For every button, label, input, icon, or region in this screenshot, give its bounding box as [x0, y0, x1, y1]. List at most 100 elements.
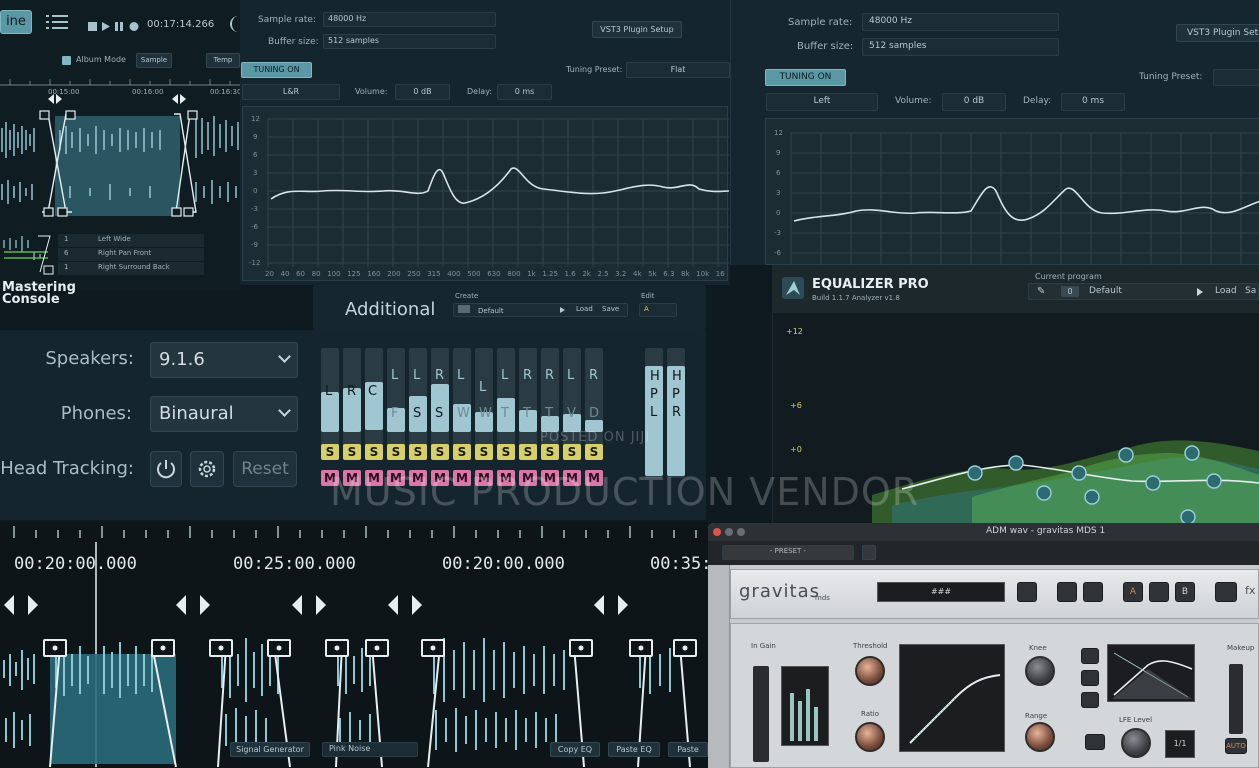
channel-letter: W	[479, 406, 492, 421]
gravitas-logo-sub: mds	[815, 594, 830, 602]
phones-select[interactable]: Binaural	[150, 396, 298, 432]
solo-button[interactable]: S	[453, 444, 471, 460]
volume-field[interactable]: 0 dB	[942, 93, 1006, 111]
x-tick: 3.2	[615, 270, 627, 278]
mode-button-3[interactable]	[1081, 692, 1099, 708]
paste-button[interactable]: Paste	[668, 742, 708, 757]
x-ticks-row: 20 40 60 80 100 125 160 200 250 315 400 …	[265, 270, 725, 280]
buffer-size-select[interactable]: 512 samples	[862, 38, 1059, 56]
zoom-window-button[interactable]	[737, 528, 745, 536]
solo-button[interactable]: S	[497, 444, 515, 460]
track-name: Right Pan Front	[98, 249, 152, 257]
knee-knob[interactable]	[1025, 656, 1055, 686]
solo-button[interactable]: S	[343, 444, 361, 460]
mode-button-1[interactable]	[1081, 648, 1099, 664]
play-icon[interactable]	[560, 307, 565, 313]
x-tick: 8k	[681, 270, 690, 278]
speakers-select[interactable]: 9.1.6	[150, 342, 298, 378]
tuning-preset-select[interactable]: Flat	[626, 62, 730, 78]
preset-load[interactable]: Load	[576, 305, 593, 313]
big-timeline-panel: 00:20:00.000 00:25:00.000 00:20:00.000 0…	[0, 522, 722, 768]
power-button[interactable]	[150, 451, 182, 487]
transport-icons[interactable]	[88, 18, 142, 31]
reset-button[interactable]: Reset	[233, 451, 297, 487]
volume-label: Volume:	[355, 87, 388, 96]
solo-button[interactable]: S	[365, 444, 383, 460]
b-button[interactable]: B	[1175, 582, 1195, 602]
settings-button[interactable]	[190, 451, 224, 487]
solo-button[interactable]: S	[409, 444, 427, 460]
tab-temp[interactable]: Temp	[206, 53, 240, 68]
solo-button[interactable]: S	[321, 444, 339, 460]
tuning-on-button[interactable]: TUNING ON	[765, 69, 846, 86]
clip-button[interactable]	[1057, 582, 1077, 602]
gravitas-window: ADM wav - gravitas MDS 1 - PRESET - grav…	[708, 523, 1259, 768]
signal-generator-button[interactable]: Signal Generator	[230, 742, 310, 757]
solo-button[interactable]: S	[519, 444, 537, 460]
solo-button[interactable]: S	[541, 444, 559, 460]
solo-button[interactable]: S	[431, 444, 449, 460]
extra-letter: P	[672, 387, 680, 402]
play-button[interactable]: ine	[0, 10, 32, 34]
channel-letter: T	[545, 406, 553, 421]
window-left-rail	[708, 565, 730, 768]
copy-eq-button[interactable]: Copy EQ	[550, 742, 600, 757]
copy-button[interactable]	[1149, 582, 1169, 602]
gravitas-logo: gravitas	[739, 581, 820, 602]
list-button[interactable]	[1017, 582, 1037, 602]
small-mark-0: 00:15:00	[48, 88, 80, 96]
lfe-level-label: LFE Level	[1119, 716, 1153, 724]
delay-field[interactable]: 0 ms	[497, 84, 552, 100]
speaker-panel: Speakers: 9.1.6 Phones: Binaural Head Tr…	[0, 330, 313, 520]
solo-button[interactable]: S	[563, 444, 581, 460]
track-row[interactable]: 6 Right Pan Front	[58, 248, 204, 261]
lfe-knob[interactable]	[1121, 728, 1151, 758]
tuning-on-button[interactable]: TUNING ON	[241, 62, 312, 78]
solo-button[interactable]: S	[475, 444, 493, 460]
plugin-preset-select[interactable]: - PRESET -	[722, 545, 854, 560]
delay-field[interactable]: 0 ms	[1061, 93, 1125, 111]
track-row[interactable]: 1 Left Wide	[58, 234, 204, 247]
mode-button-2[interactable]	[1081, 670, 1099, 686]
preset-save[interactable]: Save	[602, 305, 619, 313]
close-window-button[interactable]	[713, 528, 721, 536]
tuning-preset-select[interactable]	[1213, 69, 1259, 86]
list-icon[interactable]	[46, 14, 68, 30]
minimize-window-button[interactable]	[725, 528, 733, 536]
x-tick: 100	[327, 270, 341, 278]
preset-select[interactable]: Default Load Save	[453, 303, 628, 317]
preset-display: ###	[877, 582, 1005, 602]
lfe-toggle[interactable]	[1085, 734, 1105, 750]
makeup-slider[interactable]	[1229, 664, 1243, 734]
noise-select[interactable]: Pink Noise	[322, 742, 418, 757]
solo-button[interactable]: S	[387, 444, 405, 460]
channel-letter: S	[435, 406, 444, 421]
auto-button[interactable]: AUTO	[1225, 738, 1247, 754]
solo-button[interactable]: S	[585, 444, 603, 460]
paste-eq-button[interactable]: Paste EQ	[608, 742, 660, 757]
a-button[interactable]: A	[1123, 582, 1143, 602]
sample-rate-select[interactable]: 48000 Hz	[862, 13, 1059, 31]
volume-field[interactable]: 0 dB	[395, 84, 450, 100]
range-knob[interactable]	[1025, 722, 1055, 752]
buffer-size-select[interactable]: 512 samples	[323, 34, 496, 49]
album-mode-checkbox[interactable]	[62, 56, 71, 65]
ratio-knob[interactable]	[855, 722, 885, 752]
tab-sample[interactable]: Sample	[136, 53, 172, 68]
edit-select[interactable]: A	[639, 303, 677, 317]
vst-plugin-setup-button[interactable]: VST3 Plugin Setup	[1176, 24, 1259, 42]
vst-plugin-setup-button[interactable]: VST3 Plugin Setup	[592, 21, 682, 38]
in-gain-slider[interactable]	[753, 666, 769, 762]
channel-select[interactable]: Left	[766, 93, 878, 111]
x-tick: 40	[280, 270, 290, 278]
sample-rate-select[interactable]: 48000 Hz	[323, 12, 496, 27]
x-tick: 250	[407, 270, 421, 278]
threshold-knob[interactable]	[855, 656, 885, 686]
save-preset-button[interactable]	[862, 545, 876, 560]
track-row[interactable]: 1 Right Surround Back	[58, 262, 204, 275]
power-icon-button[interactable]	[1083, 582, 1103, 602]
channel-select[interactable]: L&R	[242, 84, 340, 100]
envelope-display	[1107, 644, 1195, 702]
x-tick: 80	[311, 270, 321, 278]
link-button[interactable]	[1215, 582, 1237, 602]
